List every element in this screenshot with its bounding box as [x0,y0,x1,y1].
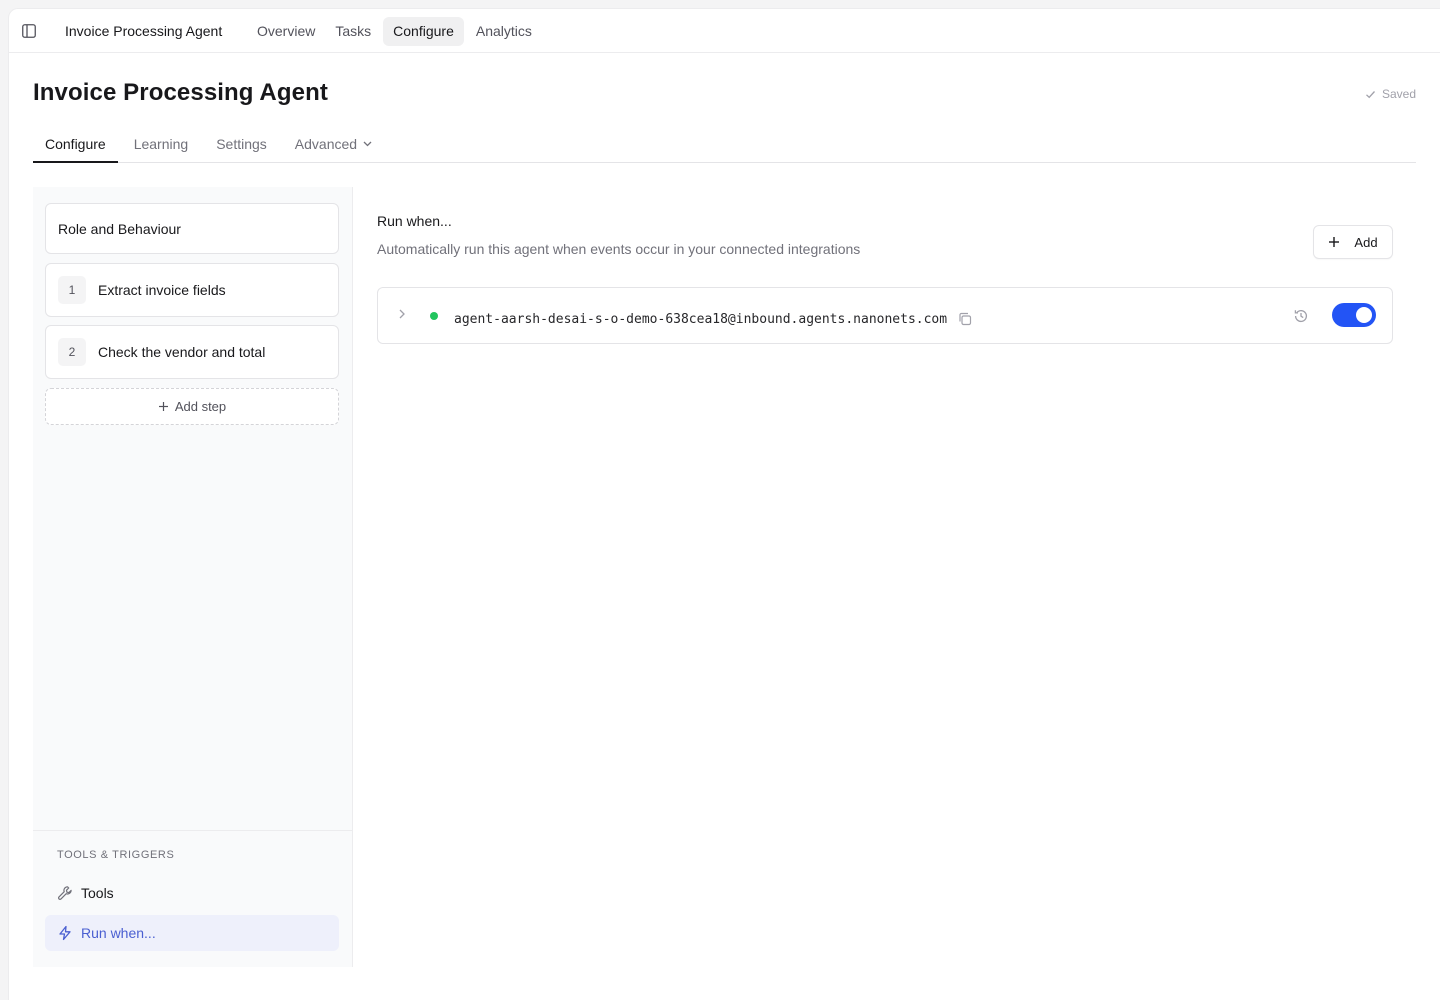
section-title: Run when... [377,213,452,229]
nav-overview[interactable]: Overview [249,17,323,46]
history-icon[interactable] [1293,308,1309,324]
nav-configure[interactable]: Configure [383,17,464,46]
status-dot [430,312,438,320]
tools-triggers-section: TOOLS & TRIGGERS Tools Run when... [33,830,352,967]
add-label: Add [1354,234,1378,250]
saved-status: Saved [1365,87,1416,101]
step-number: 1 [58,276,86,304]
lightning-icon [57,925,73,941]
add-step-button[interactable]: Add step [45,388,339,425]
add-step-label: Add step [174,399,227,414]
step-card-1[interactable]: 1 Extract invoice fields [45,263,339,317]
role-behaviour-card[interactable]: Role and Behaviour [45,203,339,254]
trigger-email-address: agent-aarsh-desai-s-o-demo-638cea18@inbo… [454,312,948,327]
add-trigger-button[interactable]: Add [1313,225,1393,259]
trigger-enabled-toggle[interactable] [1332,303,1376,327]
nav-analytics[interactable]: Analytics [468,17,540,46]
check-icon [1365,89,1376,100]
tab-label: Advanced [294,136,358,152]
plus-icon [1328,236,1340,248]
saved-label: Saved [1381,87,1416,101]
step-number: 2 [58,338,86,366]
wrench-icon [57,885,73,901]
tools-label: Tools [81,885,114,901]
step-label: Check the vendor and total [98,344,266,360]
copy-icon[interactable] [958,312,972,326]
tools-triggers-heading: TOOLS & TRIGGERS [57,849,175,861]
plus-icon [158,401,169,412]
chevron-down-icon [363,141,372,147]
chevron-right-icon[interactable] [398,308,406,320]
step-label: Extract invoice fields [98,282,226,298]
tab-label: Learning [133,136,189,152]
run-when-item[interactable]: Run when... [45,915,339,951]
tab-label: Settings [216,136,267,152]
run-when-label: Run when... [81,925,156,941]
sidebar-toggle-icon[interactable] [21,23,37,39]
tab-settings[interactable]: Settings [204,132,279,163]
nav-tasks[interactable]: Tasks [327,17,379,46]
step-card-2[interactable]: 2 Check the vendor and total [45,325,339,379]
tab-configure[interactable]: Configure [33,132,118,163]
toggle-knob [1356,307,1372,323]
steps-panel: Role and Behaviour 1 Extract invoice fie… [33,187,353,967]
tab-learning[interactable]: Learning [122,132,201,163]
top-nav: Overview Tasks Configure Analytics [249,17,540,46]
role-behaviour-label: Role and Behaviour [58,220,181,237]
tab-bar: Configure Learning Settings Advanced [33,132,1416,163]
page-title: Invoice Processing Agent [33,79,328,106]
tools-item[interactable]: Tools [45,875,339,911]
top-bar: Invoice Processing Agent Overview Tasks … [9,9,1440,53]
run-when-panel: Run when... Automatically run this agent… [353,187,1440,1000]
app-title: Invoice Processing Agent [65,23,223,39]
tab-advanced[interactable]: Advanced [283,132,384,163]
trigger-row: agent-aarsh-desai-s-o-demo-638cea18@inbo… [377,287,1393,344]
section-subtitle: Automatically run this agent when events… [377,241,861,257]
app-window: Invoice Processing Agent Overview Tasks … [8,8,1440,1000]
tab-label: Configure [45,136,106,152]
